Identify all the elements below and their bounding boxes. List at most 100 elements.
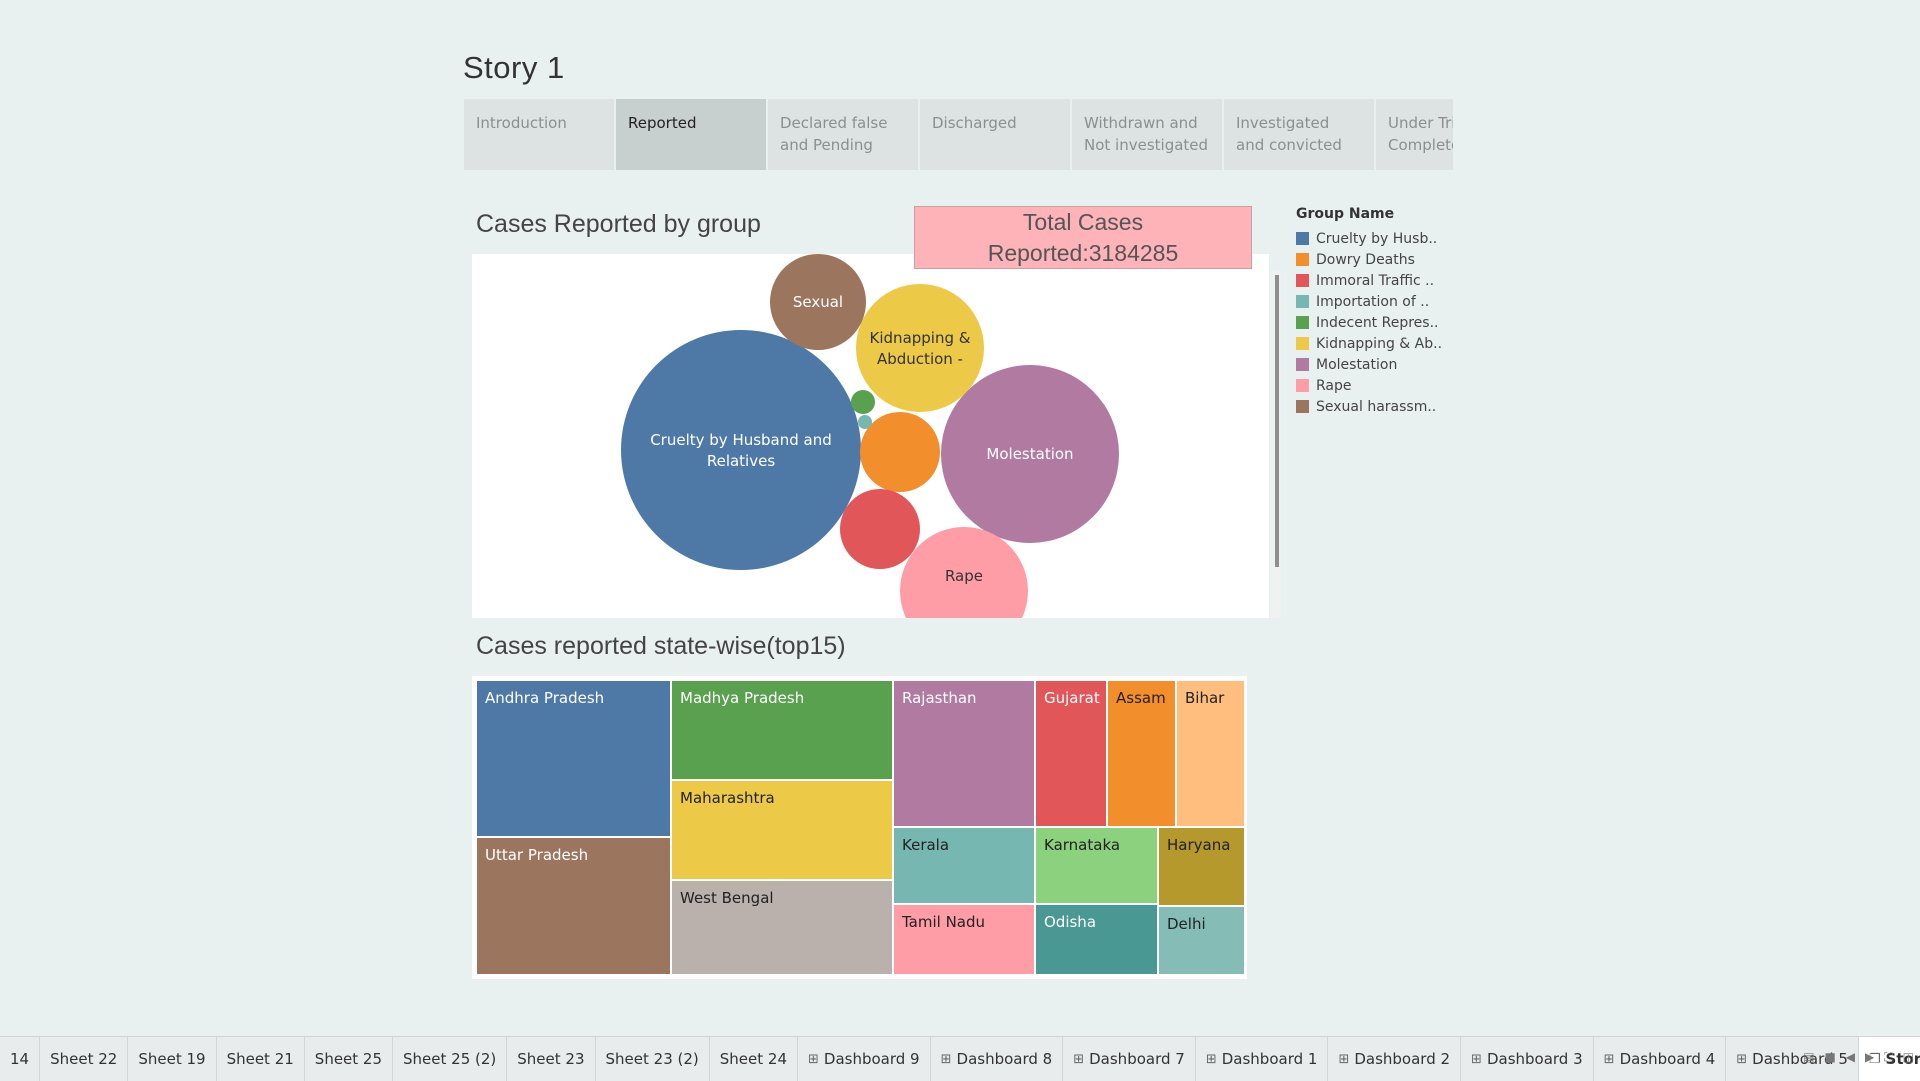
treemap-cell-haryana[interactable]: Haryana <box>1159 828 1244 905</box>
legend-swatch <box>1296 253 1309 266</box>
legend-item[interactable]: Indecent Repres.. <box>1296 312 1476 333</box>
bubble-importation-of-girls[interactable] <box>858 415 872 429</box>
bubble-dowry-deaths[interactable] <box>860 412 940 492</box>
sheet-tab[interactable]: ⊞ Dashboard 8 <box>931 1037 1064 1081</box>
treemap-cell-label: Haryana <box>1167 836 1231 854</box>
bubble-label: Sexual <box>793 293 843 311</box>
legend-swatch <box>1296 400 1309 413</box>
story-point-6[interactable]: Under Trial Completed <box>1376 99 1453 170</box>
story-point-1[interactable]: Reported <box>616 99 766 170</box>
treemap-cell-west-bengal[interactable]: West Bengal <box>672 881 892 974</box>
treemap-cell-odisha[interactable]: Odisha <box>1036 905 1157 974</box>
sheet-tab[interactable]: ⊞ Dashboard 7 <box>1063 1037 1196 1081</box>
bubble-immoral-traffic[interactable] <box>840 489 920 569</box>
bubble-chart[interactable]: Cruelty by Husband and Relatives Molestati… <box>472 254 1269 618</box>
presentation-icon[interactable]: ◫ <box>1903 1050 1914 1065</box>
sheet-tab[interactable]: ⊞ Dashboard 2 <box>1328 1037 1462 1081</box>
sheet-tab[interactable]: ⊞ Dashboard 4 <box>1594 1037 1727 1081</box>
treemap-cell-label: Gujarat <box>1044 689 1100 707</box>
sheet-tab[interactable]: ⊞ Dashboard 1 <box>1196 1037 1329 1081</box>
sheet-tab-label: Sheet 23 (2) <box>605 1050 699 1068</box>
sheet-tab[interactable]: Sheet 21 <box>217 1037 305 1081</box>
legend-label: Kidnapping & Ab.. <box>1316 335 1443 352</box>
legend-label: Importation of .. <box>1316 293 1430 310</box>
dashboard-icon: ⊞ <box>1736 1051 1748 1067</box>
treemap-cell-andhra-pradesh[interactable]: Andhra Pradesh <box>477 681 670 836</box>
sheet-tab-label: Dashboard 7 <box>1089 1050 1185 1068</box>
legend-swatch <box>1296 379 1309 392</box>
treemap-cell-uttar-pradesh[interactable]: Uttar Pradesh <box>477 838 670 974</box>
story-point-3[interactable]: Discharged <box>920 99 1070 170</box>
treemap-cell-madhya-pradesh[interactable]: Madhya Pradesh <box>672 681 892 779</box>
dashboard-icon: ⊞ <box>940 1051 952 1067</box>
sheet-tab[interactable]: Sheet 25 (2) <box>393 1037 508 1081</box>
treemap-cell-label: Bihar <box>1185 689 1225 707</box>
bubble-label: Kidnapping & <box>870 329 971 347</box>
legend-item[interactable]: Kidnapping & Ab.. <box>1296 333 1476 354</box>
sheet-tab[interactable]: ⊞ Dashboard 9 <box>798 1037 931 1081</box>
legend-label: Rape <box>1316 377 1352 394</box>
scroll-left-icon[interactable]: ◀ <box>1846 1050 1855 1065</box>
treemap-cell-maharashtra[interactable]: Maharashtra <box>672 781 892 879</box>
sheet-tab[interactable]: 14 <box>0 1037 41 1081</box>
story-point-2[interactable]: Declared false and Pending <box>768 99 918 170</box>
bubble-indecent-representation[interactable] <box>851 390 875 414</box>
sheet-tab[interactable]: Sheet 25 <box>305 1037 394 1081</box>
dashboard-icon: ⊞ <box>808 1051 819 1067</box>
story-point-4[interactable]: Withdrawn and Not investigated <box>1072 99 1222 170</box>
legend-swatch <box>1296 232 1309 245</box>
treemap-cell-assam[interactable]: Assam <box>1108 681 1175 826</box>
bubble-label: Relatives <box>707 452 775 470</box>
legend-label: Immoral Traffic .. <box>1316 272 1435 289</box>
sheet-tab-label: Dashboard 2 <box>1354 1050 1451 1068</box>
sheet-tab[interactable]: Sheet 22 <box>40 1037 129 1081</box>
treemap-cell-delhi[interactable]: Delhi <box>1159 907 1244 974</box>
state-treemap[interactable]: Andhra Pradesh Uttar Pradesh Madhya Prades… <box>472 676 1247 979</box>
treemap-cell-rajasthan[interactable]: Rajasthan <box>894 681 1034 826</box>
sheet-tab-label: Dashboard 3 <box>1486 1050 1583 1068</box>
treemap-cell-label: Maharashtra <box>680 789 775 807</box>
bubble-chart-title: Cases Reported by group <box>476 210 761 238</box>
story-navigator: Introduction Reported Declared false and P… <box>464 99 1453 170</box>
sheet-tab[interactable]: Sheet 24 <box>710 1037 798 1081</box>
sheet-tab[interactable]: Sheet 19 <box>128 1037 217 1081</box>
group-legend: Group Name Cruelty by Husb.. Dowry Deaths… <box>1296 206 1476 417</box>
sheet-tab[interactable]: Sheet 23 <box>507 1037 596 1081</box>
treemap-cell-label: Odisha <box>1044 913 1097 931</box>
dashboard-icon: ⊞ <box>1073 1051 1085 1067</box>
legend-item[interactable]: Importation of .. <box>1296 291 1476 312</box>
treemap-title: Cases reported state-wise(top15) <box>476 632 846 660</box>
legend-item[interactable]: Cruelty by Husb.. <box>1296 228 1476 249</box>
treemap-cell-label: Andhra Pradesh <box>485 689 605 707</box>
treemap-cell-tamil-nadu[interactable]: Tamil Nadu <box>894 905 1034 974</box>
show-sheet-sorter-icon[interactable]: ■ <box>1824 1050 1835 1065</box>
treemap-cell-kerala[interactable]: Kerala <box>894 828 1034 903</box>
sheet-tab[interactable]: ⊞ Dashboard 3 <box>1461 1037 1594 1081</box>
scroll-right-icon[interactable]: ▶ <box>1865 1050 1874 1065</box>
legend-swatch <box>1296 358 1309 371</box>
sheet-tab-label: Sheet 25 (2) <box>403 1050 497 1068</box>
vertical-scrollbar-thumb[interactable] <box>1275 275 1279 567</box>
total-cases-line2: Reported:3184285 <box>987 240 1179 266</box>
fullscreen-icon[interactable]: ⛶ <box>1884 1050 1892 1065</box>
bubble-cruelty-by-husband-and-relatives[interactable] <box>621 330 861 570</box>
bubble-kidnapping-abduction[interactable] <box>856 284 984 412</box>
treemap-cell-karnataka[interactable]: Karnataka <box>1036 828 1157 903</box>
treemap-cell-label: Tamil Nadu <box>902 913 986 931</box>
legend-item[interactable]: Sexual harassm.. <box>1296 396 1476 417</box>
story-point-0[interactable]: Introduction <box>464 99 614 170</box>
legend-swatch <box>1296 316 1309 329</box>
treemap-cell-bihar[interactable]: Bihar <box>1177 681 1244 826</box>
sheet-tab[interactable]: Sheet 23 (2) <box>596 1037 710 1081</box>
legend-item[interactable]: Rape <box>1296 375 1476 396</box>
story-title: Story 1 <box>463 50 565 85</box>
sheet-tab-label: Sheet 21 <box>226 1050 294 1068</box>
legend-item[interactable]: Immoral Traffic .. <box>1296 270 1476 291</box>
sheet-tab-label: Dashboard 4 <box>1619 1050 1716 1068</box>
legend-item[interactable]: Molestation <box>1296 354 1476 375</box>
story-point-5[interactable]: Investigated and convicted <box>1224 99 1374 170</box>
legend-item[interactable]: Dowry Deaths <box>1296 249 1476 270</box>
dashboard-icon: ⊞ <box>1471 1051 1482 1067</box>
show-filmstrip-icon[interactable]: ▤ <box>1803 1050 1814 1065</box>
treemap-cell-gujarat[interactable]: Gujarat <box>1036 681 1106 826</box>
